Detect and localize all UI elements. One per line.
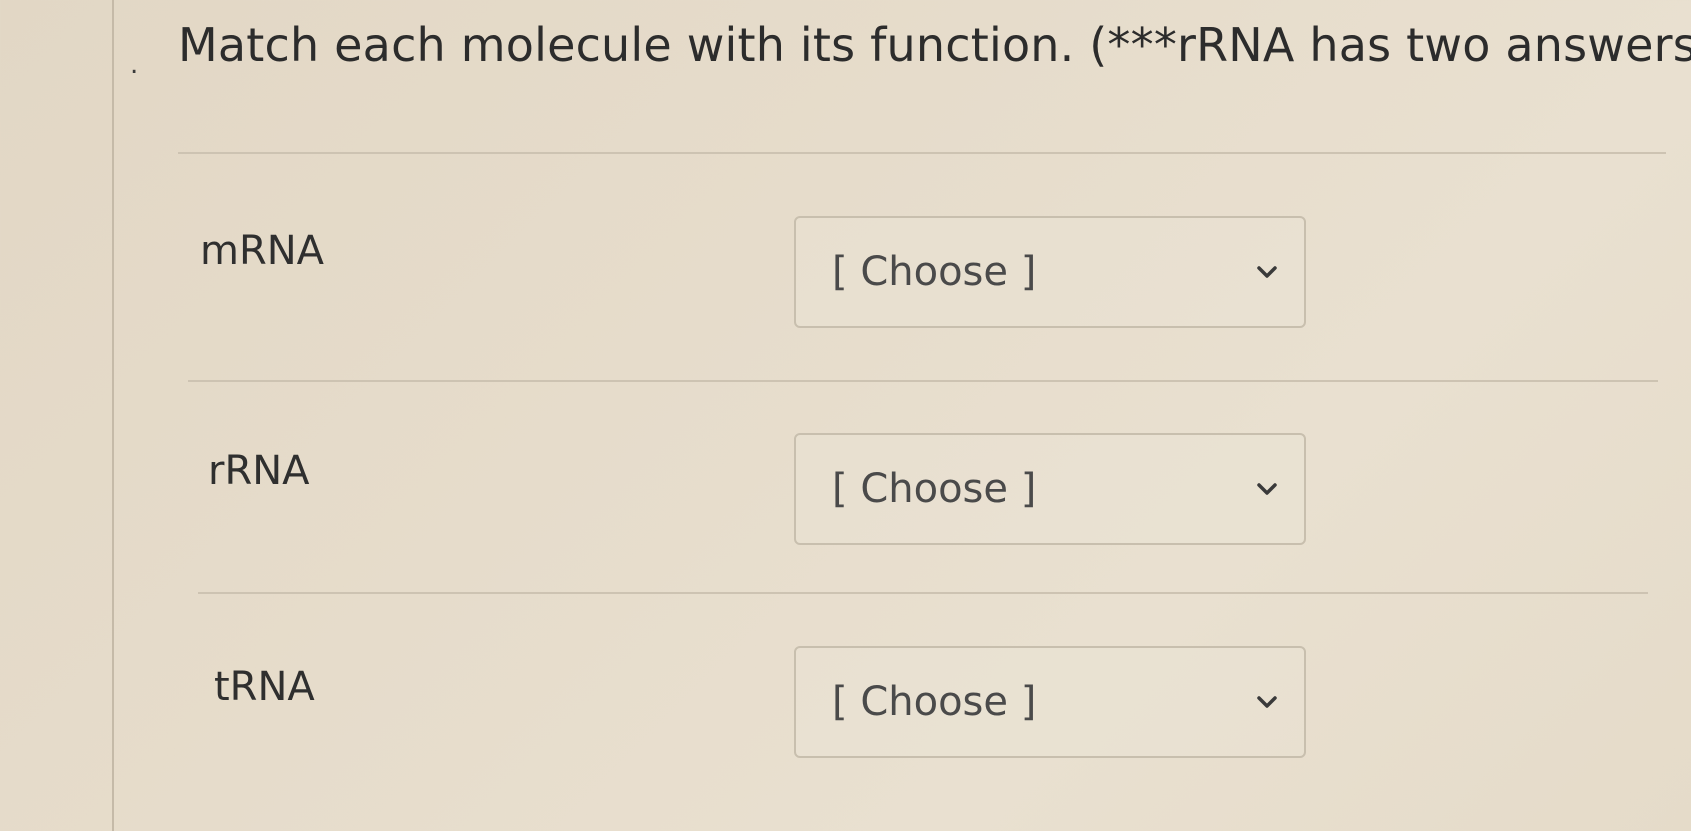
- trna-select-value: [ Choose ]: [832, 679, 1037, 725]
- mrna-select[interactable]: [ Choose ]: [794, 216, 1306, 328]
- question-bullet: .: [130, 50, 139, 80]
- row-label-rrna: rRNA: [208, 448, 310, 494]
- left-border-line: [112, 0, 114, 831]
- mrna-select-value: [ Choose ]: [832, 249, 1037, 295]
- question-text: Match each molecule with its function. (…: [178, 18, 1691, 72]
- row-label-trna: tRNA: [214, 664, 315, 710]
- divider-row1: [188, 380, 1658, 382]
- row-label-mrna: mRNA: [200, 228, 325, 274]
- divider-top: [178, 152, 1666, 154]
- chevron-down-icon: [1257, 266, 1277, 278]
- chevron-down-icon: [1257, 696, 1277, 708]
- trna-select[interactable]: [ Choose ]: [794, 646, 1306, 758]
- rrna-select[interactable]: [ Choose ]: [794, 433, 1306, 545]
- chevron-down-icon: [1257, 483, 1277, 495]
- divider-row2: [198, 592, 1648, 594]
- rrna-select-value: [ Choose ]: [832, 466, 1037, 512]
